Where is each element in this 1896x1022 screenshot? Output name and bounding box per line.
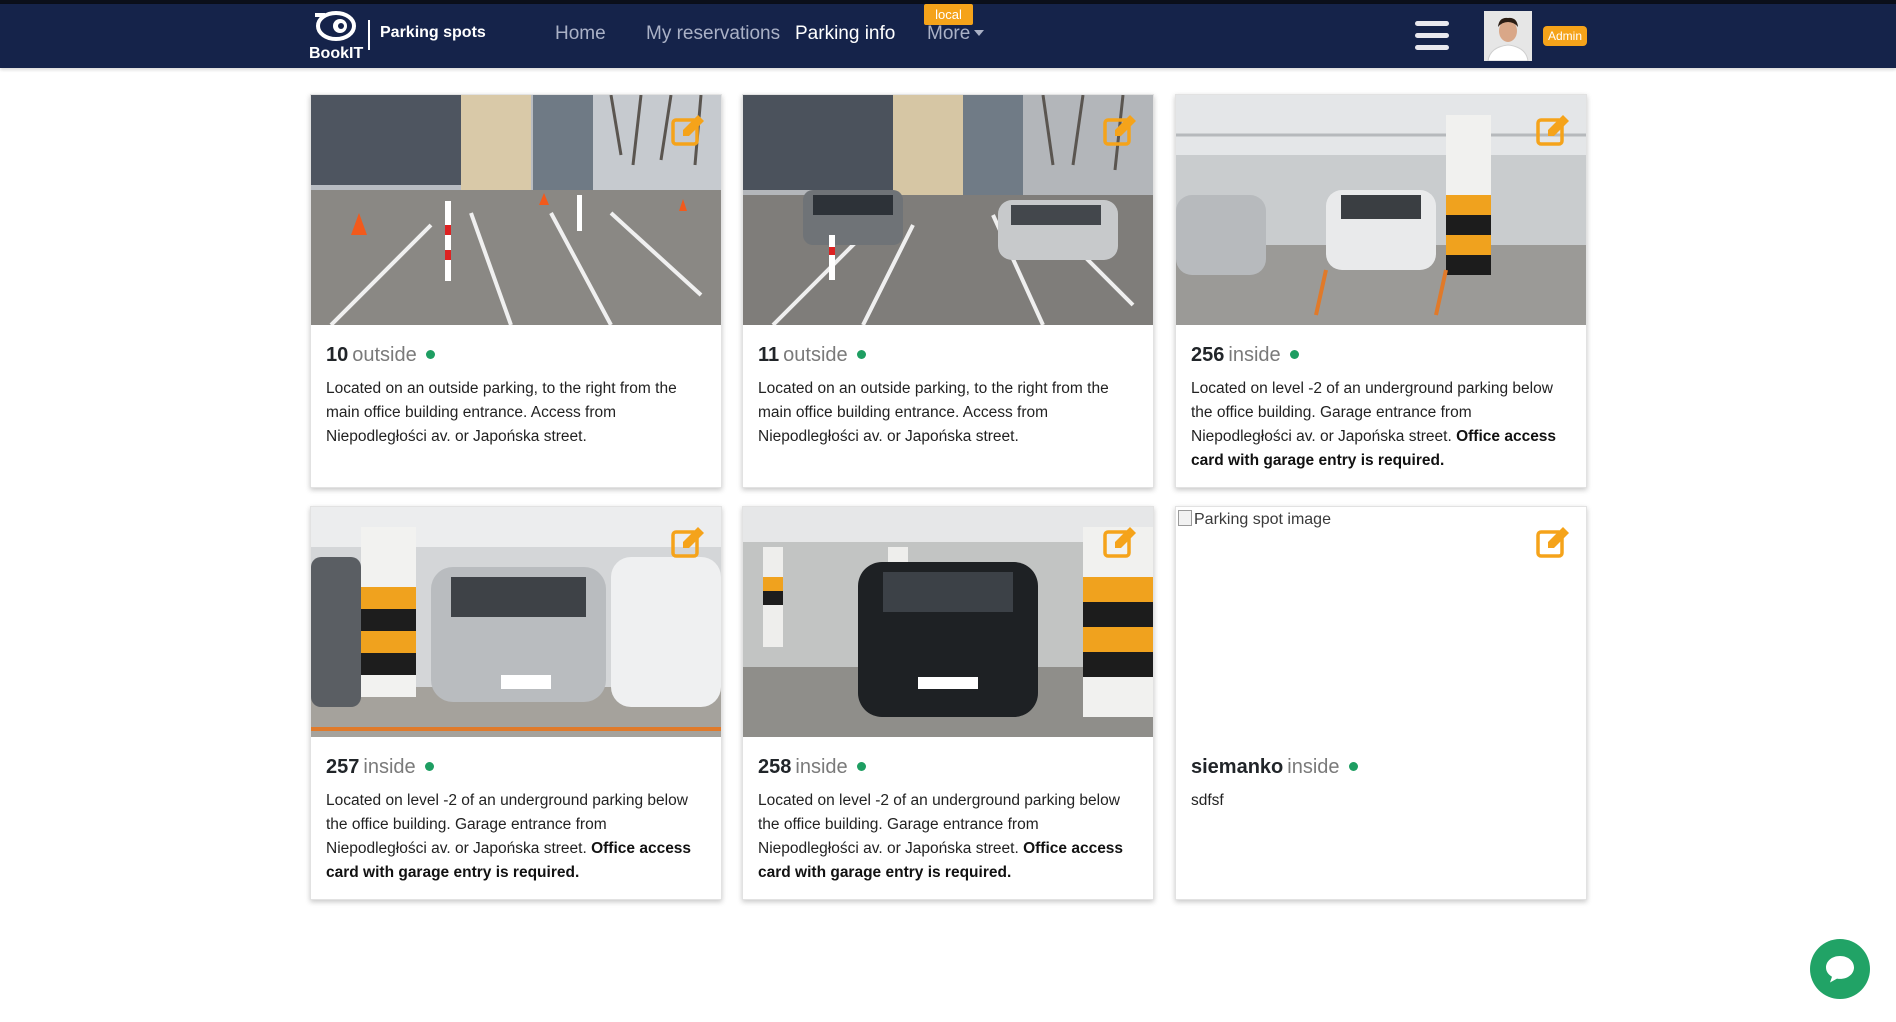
chat-button[interactable] bbox=[1810, 939, 1870, 999]
broken-image-icon bbox=[1178, 510, 1192, 526]
spot-name: siemanko bbox=[1191, 756, 1284, 778]
spot-type: inside bbox=[1287, 756, 1340, 778]
edit-pencil-icon[interactable] bbox=[1534, 112, 1572, 150]
spot-name: 256 bbox=[1191, 344, 1225, 366]
brand-home-link[interactable]: BookIT bbox=[308, 9, 368, 65]
brand-name: BookIT bbox=[309, 45, 364, 62]
spot-description: sdfsf bbox=[1191, 789, 1575, 813]
spot-title: siemanko inside bbox=[1191, 756, 1358, 779]
top-navbar: BookIT Parking spots Home My reservation… bbox=[0, 4, 1896, 68]
spot-title: 256 inside bbox=[1191, 344, 1299, 367]
spot-description: Located on level -2 of an underground pa… bbox=[758, 789, 1142, 885]
parking-spot-card: 11 outside Located on an outside parking,… bbox=[742, 94, 1154, 488]
parking-spot-card: 256 inside Located on level -2 of an unde… bbox=[1175, 94, 1587, 488]
parking-spot-card: Parking spot image siemanko inside sdfsf bbox=[1175, 506, 1587, 900]
parking-spot-image-broken: Parking spot image bbox=[1176, 507, 1586, 737]
status-dot bbox=[425, 350, 435, 359]
page-title: Parking spots bbox=[380, 24, 486, 41]
chat-bubble-icon bbox=[1826, 956, 1854, 983]
brand-divider bbox=[368, 20, 370, 50]
parking-spot-image bbox=[311, 95, 721, 325]
parking-spot-image bbox=[1176, 95, 1586, 325]
parking-spot-card: 258 inside Located on level -2 of an unde… bbox=[742, 506, 1154, 900]
nav-parking-info[interactable]: Parking info bbox=[795, 23, 895, 45]
spot-description-text: Located on an outside parking, to the ri… bbox=[326, 380, 677, 445]
spot-title: 258 inside bbox=[758, 756, 866, 779]
edit-pencil-icon[interactable] bbox=[1534, 524, 1572, 562]
spot-name: 258 bbox=[758, 756, 792, 778]
status-dot bbox=[1289, 350, 1299, 359]
status-dot bbox=[856, 350, 866, 359]
edit-pencil-icon[interactable] bbox=[1101, 112, 1139, 150]
caret-down-icon bbox=[974, 30, 985, 36]
nav-more-label: More bbox=[927, 23, 971, 44]
edit-pencil-icon[interactable] bbox=[669, 112, 707, 150]
spot-title: 257 inside bbox=[326, 756, 434, 779]
status-dot bbox=[424, 762, 434, 771]
spot-type: inside bbox=[1228, 344, 1281, 366]
status-dot bbox=[856, 762, 866, 771]
spot-title: 11 outside bbox=[758, 344, 866, 367]
spot-name: 10 bbox=[326, 344, 349, 366]
parking-spot-image bbox=[311, 507, 721, 737]
nav-my-reservations[interactable]: My reservations bbox=[646, 23, 780, 45]
spot-description: Located on an outside parking, to the ri… bbox=[326, 377, 710, 449]
spot-type: inside bbox=[795, 756, 848, 778]
parking-spot-image bbox=[743, 507, 1153, 737]
avatar-photo bbox=[1484, 11, 1532, 61]
nav-more-dropdown[interactable]: More bbox=[927, 23, 985, 45]
spot-type: outside bbox=[783, 344, 848, 366]
spot-description: Located on level -2 of an underground pa… bbox=[1191, 377, 1575, 473]
spot-name: 257 bbox=[326, 756, 360, 778]
spot-description: Located on an outside parking, to the ri… bbox=[758, 377, 1142, 449]
nav-home[interactable]: Home bbox=[555, 23, 606, 45]
bookit-logo-icon bbox=[315, 11, 356, 41]
parking-spot-card: 10 outside Located on an outside parking,… bbox=[310, 94, 722, 488]
edit-pencil-icon[interactable] bbox=[1101, 524, 1139, 562]
spot-type: outside bbox=[352, 344, 417, 366]
spot-description-text: Located on an outside parking, to the ri… bbox=[758, 380, 1109, 445]
role-badge: Admin bbox=[1543, 26, 1587, 46]
image-alt-text: Parking spot image bbox=[1178, 510, 1331, 529]
spot-description: Located on level -2 of an underground pa… bbox=[326, 789, 710, 885]
spot-title: 10 outside bbox=[326, 344, 435, 367]
edit-pencil-icon[interactable] bbox=[669, 524, 707, 562]
status-dot bbox=[1348, 762, 1358, 771]
environment-badge: local bbox=[924, 4, 973, 25]
parking-spot-card: 257 inside Located on level -2 of an unde… bbox=[310, 506, 722, 900]
hamburger-menu-icon[interactable] bbox=[1415, 21, 1449, 52]
spot-name: 11 bbox=[758, 344, 780, 366]
parking-spot-image bbox=[743, 95, 1153, 325]
spot-description-text: sdfsf bbox=[1191, 792, 1224, 809]
user-avatar[interactable] bbox=[1484, 11, 1532, 61]
spot-type: inside bbox=[363, 756, 416, 778]
